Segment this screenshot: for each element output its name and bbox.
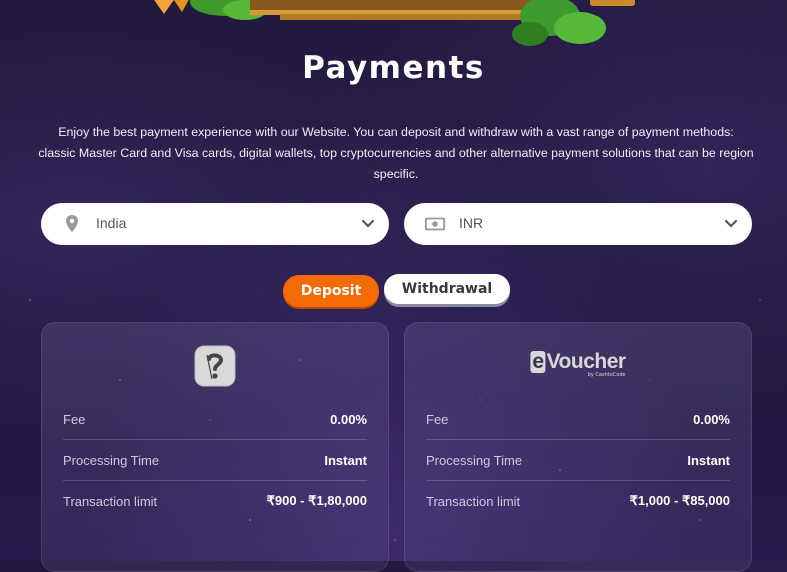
tab-deposit[interactable]: Deposit	[283, 275, 379, 307]
transaction-limit-row: Transaction limit ₹1,000 - ₹85,000	[426, 481, 730, 521]
transaction-limit-label: Transaction limit	[63, 493, 158, 509]
processing-time-label: Processing Time	[63, 452, 160, 468]
fee-value: 0.00%	[330, 411, 367, 427]
tab-withdrawal[interactable]: Withdrawal	[384, 274, 510, 304]
payment-method-card[interactable]: e Voucher by CashtoCode Fee 0.00% Process…	[404, 322, 752, 572]
evoucher-logo: e Voucher by CashtoCode	[530, 350, 626, 378]
processing-time-value: Instant	[324, 452, 367, 468]
currency-value: INR	[459, 215, 484, 231]
location-pin-icon	[66, 215, 78, 232]
fee-row: Fee 0.00%	[426, 399, 730, 440]
country-select[interactable]: India	[41, 203, 389, 245]
transaction-limit-label: Transaction limit	[426, 493, 521, 509]
page-title: Payments	[302, 50, 485, 86]
transaction-limit-value: ₹1,000 - ₹85,000	[629, 493, 730, 508]
chevron-down-icon	[724, 219, 738, 228]
payment-method-card[interactable]: Fee 0.00% Processing Time Instant Transa…	[41, 322, 389, 572]
jungle-banner-decoration	[154, 0, 635, 46]
fee-row: Fee 0.00%	[63, 399, 367, 440]
unknown-method-icon	[194, 345, 236, 391]
fee-label: Fee	[426, 411, 449, 427]
fee-value: 0.00%	[693, 411, 730, 427]
fee-label: Fee	[63, 411, 86, 427]
processing-time-value: Instant	[687, 452, 730, 468]
chevron-down-icon	[361, 219, 375, 228]
page-description: Enjoy the best payment experience with o…	[38, 125, 754, 181]
processing-time-row: Processing Time Instant	[426, 440, 730, 481]
processing-time-row: Processing Time Instant	[63, 440, 367, 481]
processing-time-label: Processing Time	[426, 452, 523, 468]
banknote-icon	[424, 217, 446, 231]
country-value: India	[96, 215, 127, 231]
transaction-limit-value: ₹900 - ₹1,80,000	[266, 493, 367, 508]
currency-select[interactable]: INR	[404, 203, 752, 245]
transaction-limit-row: Transaction limit ₹900 - ₹1,80,000	[63, 481, 367, 521]
